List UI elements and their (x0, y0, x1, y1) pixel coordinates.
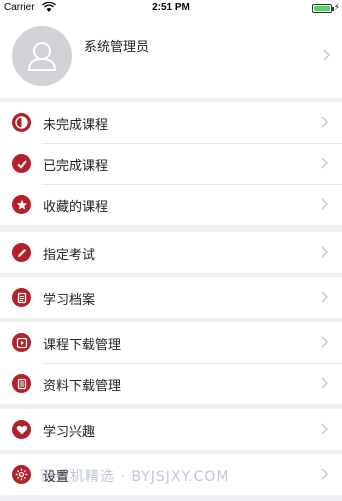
chevron-right-icon (323, 49, 330, 61)
menu-item-assigned-exams[interactable]: 指定考试 (0, 232, 342, 273)
document-icon (12, 288, 31, 307)
menu-item-label: 学习兴趣 (43, 425, 96, 440)
user-avatar-icon[interactable] (12, 26, 72, 86)
heart-icon (12, 420, 31, 439)
half-circle-icon (12, 113, 31, 132)
menu-item-label: 指定考试 (43, 248, 96, 263)
status-bar: Carrier 2:51 PM ⚡ (0, 0, 342, 16)
menu-item-unfinished-courses[interactable]: 未完成课程 (0, 102, 342, 143)
menu-item-learning-interests[interactable]: 学习兴趣 (0, 409, 342, 450)
my-account-page: Carrier 2:51 PM ⚡ 系统管理员 未完成课程 已完成课程 收藏的课… (0, 0, 342, 501)
pencil-icon (12, 243, 31, 262)
menu-item-favorite-courses[interactable]: 收藏的课程 (0, 184, 342, 225)
menu-item-label: 课程下载管理 (43, 338, 122, 353)
gear-icon (12, 465, 31, 484)
menu-item-label: 设置 (43, 470, 70, 485)
chevron-right-icon (321, 157, 328, 169)
chevron-right-icon (321, 377, 328, 389)
menu-group-courses: 未完成课程 已完成课程 收藏的课程 (0, 102, 342, 225)
battery-icon (312, 4, 334, 13)
chevron-right-icon (321, 468, 328, 480)
menu-group-settings: 设置 (0, 454, 342, 495)
menu-item-course-downloads[interactable]: 课程下载管理 (0, 322, 342, 363)
menu-item-label: 收藏的课程 (43, 200, 109, 215)
menu-group-interests: 学习兴趣 (0, 409, 342, 450)
check-icon (12, 154, 31, 173)
menu-group-downloads: 课程下载管理 资料下载管理 (0, 322, 342, 404)
chevron-right-icon (321, 423, 328, 435)
charging-icon: ⚡ (333, 3, 340, 13)
menu-item-settings[interactable]: 设置 (0, 454, 342, 495)
menu-item-label: 已完成课程 (43, 159, 109, 174)
profile-name: 系统管理员 (84, 40, 150, 55)
menu-item-finished-courses[interactable]: 已完成课程 (0, 143, 342, 184)
menu-group-exams: 指定考试 (0, 232, 342, 273)
menu-item-material-downloads[interactable]: 资料下载管理 (0, 363, 342, 404)
chevron-right-icon (321, 198, 328, 210)
menu-item-label: 学习档案 (43, 293, 96, 308)
menu-item-learning-records[interactable]: 学习档案 (0, 277, 342, 318)
chevron-right-icon (321, 116, 328, 128)
menu-item-label: 未完成课程 (43, 118, 109, 133)
chevron-right-icon (321, 291, 328, 303)
profile-header[interactable]: 系统管理员 (0, 16, 342, 98)
menu-group-records: 学习档案 (0, 277, 342, 318)
clock: 2:51 PM (152, 2, 190, 13)
chevron-right-icon (321, 246, 328, 258)
menu-item-label: 资料下载管理 (43, 379, 122, 394)
play-download-icon (12, 333, 31, 352)
file-download-icon (12, 374, 31, 393)
star-icon (12, 195, 31, 214)
chevron-right-icon (321, 336, 328, 348)
